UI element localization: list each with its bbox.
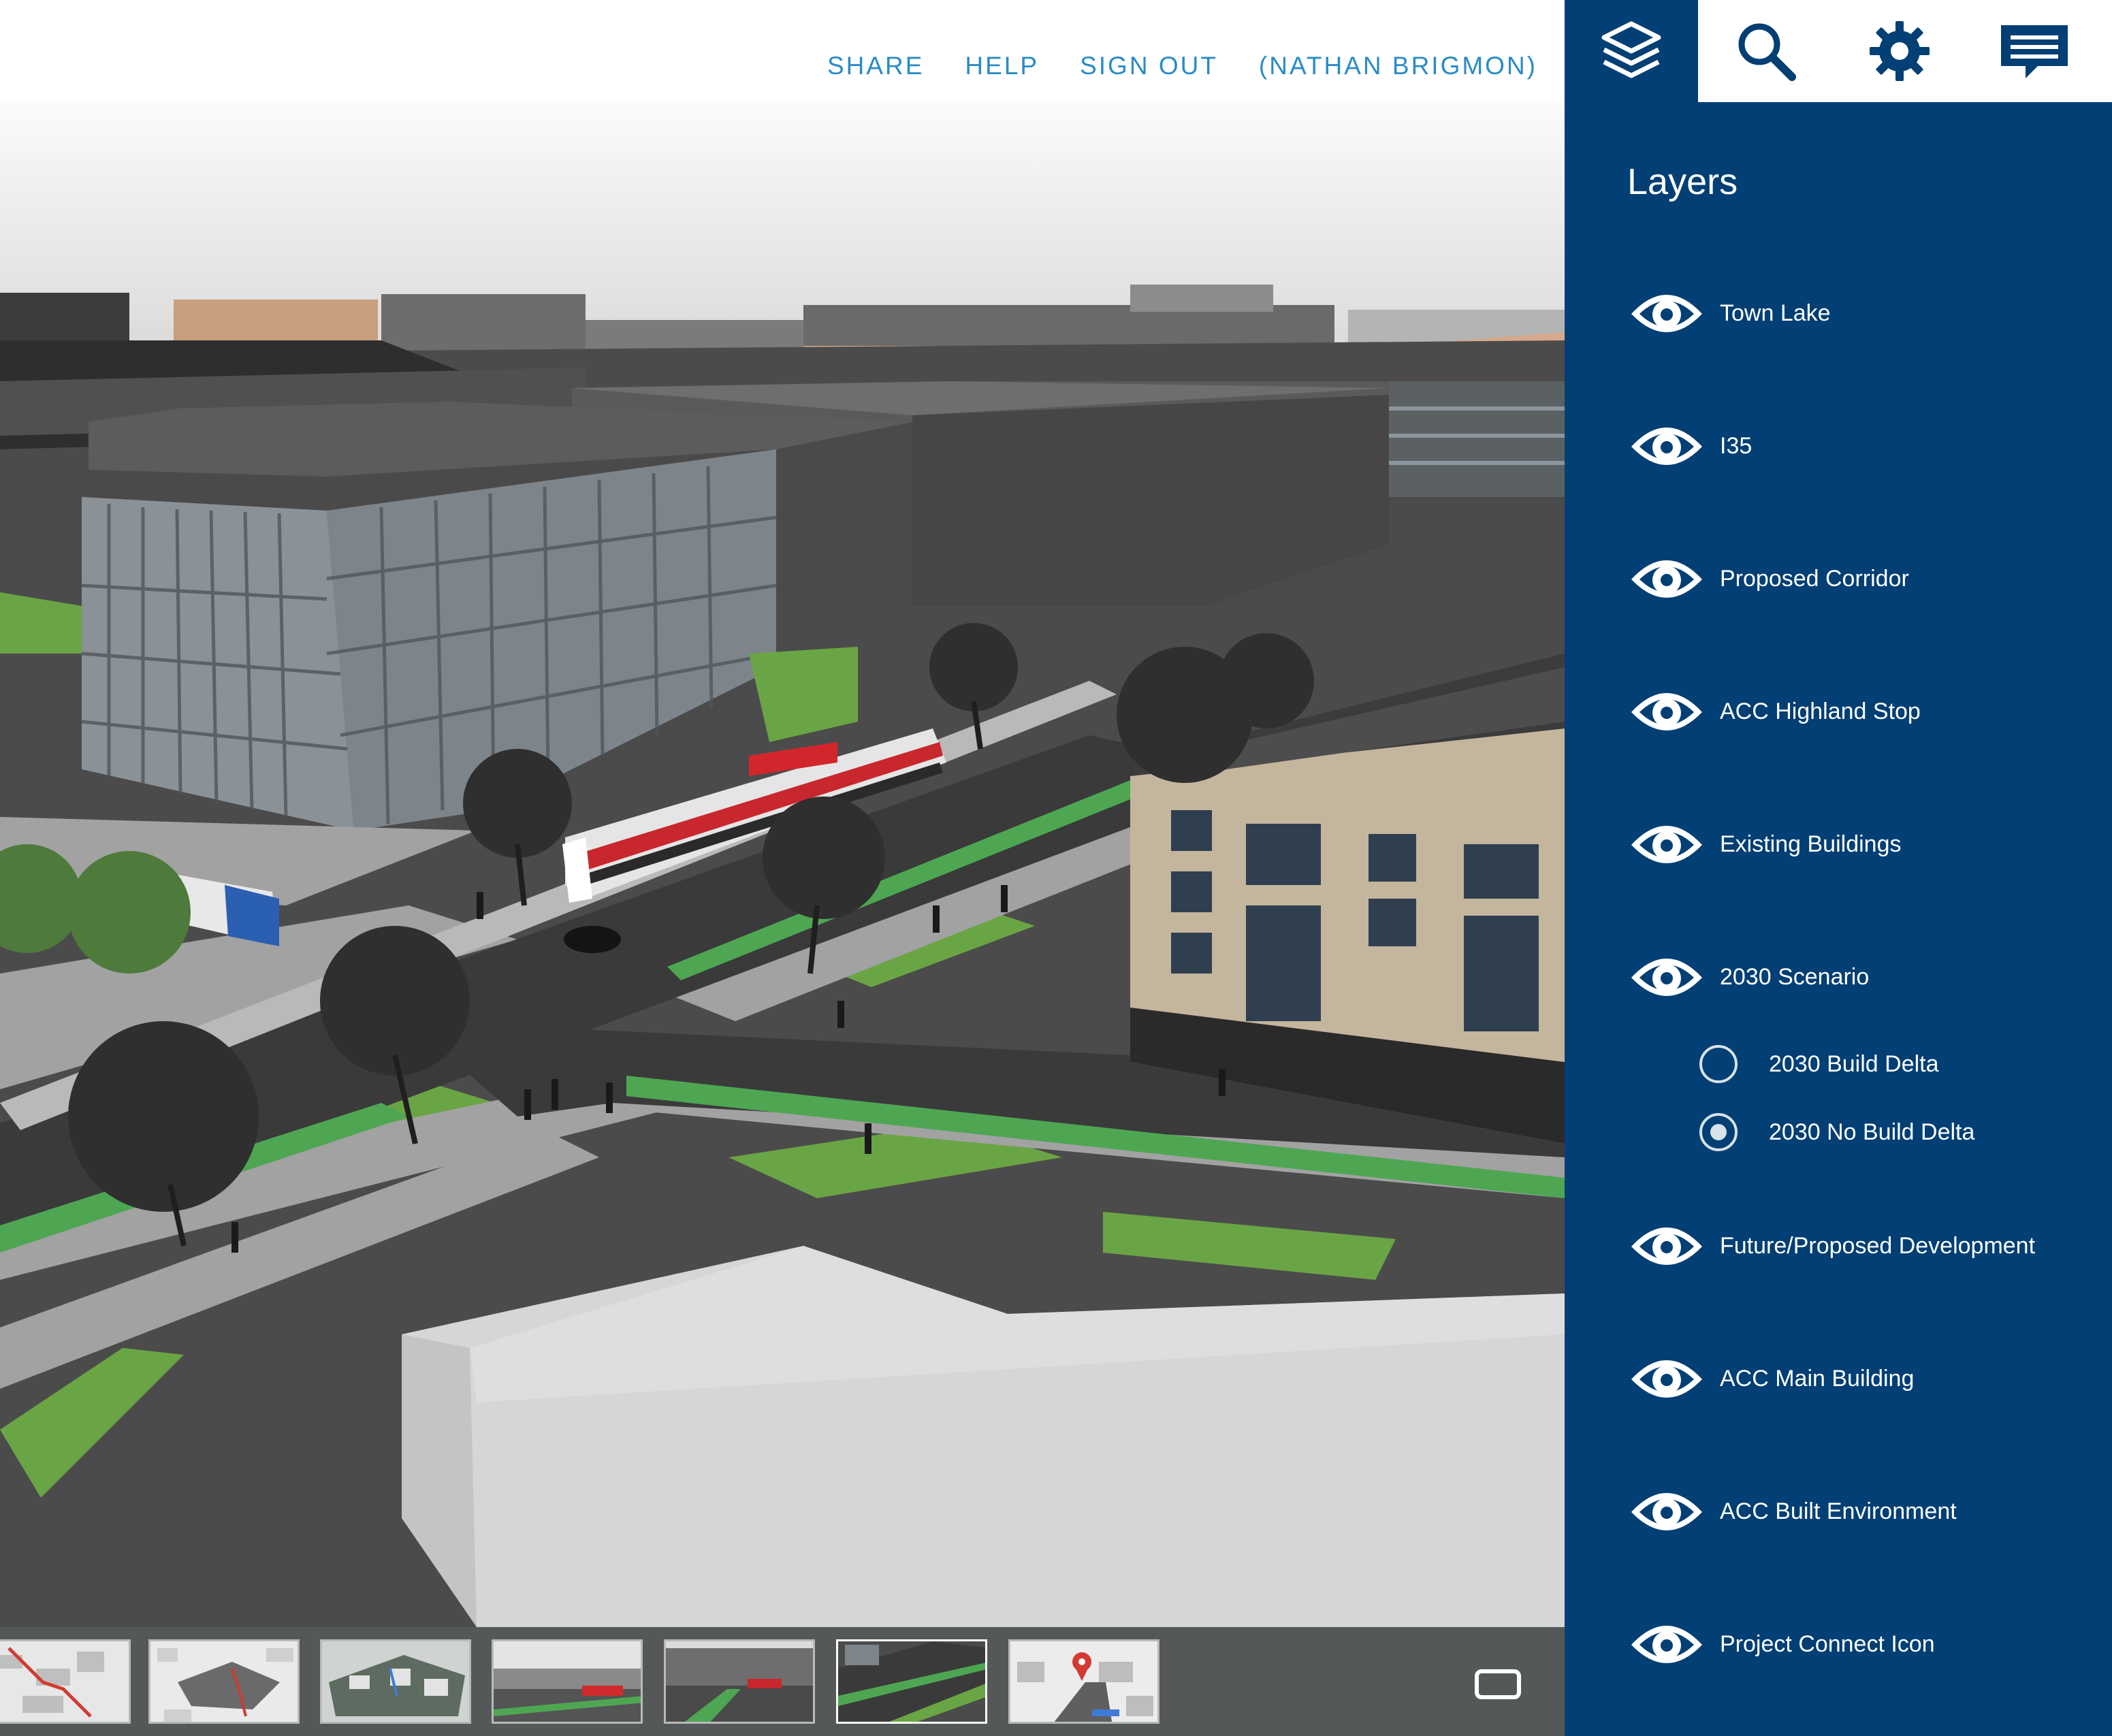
comments-tool-button[interactable]	[1968, 0, 2101, 102]
layer-row[interactable]: I35	[1627, 415, 2097, 477]
layer-row[interactable]: Project Connect Icon	[1627, 1613, 2097, 1675]
scene-rendering	[0, 102, 1565, 1627]
eye-visibility-icon[interactable]	[1627, 814, 1706, 875]
search-icon	[1738, 23, 1796, 81]
layer-row[interactable]: ACC Built Environment	[1627, 1481, 2097, 1542]
eye-visibility-icon[interactable]	[1627, 283, 1706, 344]
layers-icon	[1601, 21, 1661, 78]
layer-label: ACC Highland Stop	[1720, 698, 1921, 724]
view-thumbnail-2[interactable]	[148, 1639, 300, 1724]
view-thumbnail-4[interactable]	[492, 1639, 643, 1724]
chat-icon	[2001, 25, 2068, 78]
layers-tool-button[interactable]	[1565, 0, 1698, 102]
radio-button[interactable]	[1699, 1113, 1738, 1151]
share-link[interactable]: SHARE	[827, 52, 924, 80]
fullscreen-toggle-icon[interactable]	[1475, 1669, 1521, 1699]
layer-row[interactable]: ACC Highland Stop	[1627, 681, 2097, 742]
view-thumbnail-3[interactable]	[320, 1639, 471, 1724]
layer-label: ACC Built Environment	[1720, 1498, 1957, 1524]
layer-label: 2030 Scenario	[1720, 963, 1870, 990]
help-link[interactable]: HELP	[965, 52, 1039, 80]
view-thumbnail-7[interactable]	[1008, 1639, 1159, 1724]
layer-label: I35	[1720, 432, 1753, 459]
layer-row[interactable]: Proposed Corridor	[1627, 548, 2097, 609]
radio-button[interactable]	[1699, 1045, 1738, 1083]
sign-out-link[interactable]: SIGN OUT	[1080, 52, 1218, 80]
layer-row[interactable]: ACC Main Building	[1627, 1348, 2097, 1409]
view-thumbnail-5[interactable]	[664, 1639, 815, 1724]
toolbar	[1565, 0, 2112, 102]
panel-title: Layers	[1627, 161, 1738, 202]
layer-label: Town Lake	[1720, 300, 1831, 326]
user-name-link[interactable]: (NATHAN BRIGMON)	[1259, 52, 1537, 80]
eye-visibility-icon[interactable]	[1627, 1613, 1706, 1675]
eye-visibility-icon[interactable]	[1627, 681, 1706, 742]
layer-row[interactable]: Town Lake	[1627, 283, 2097, 344]
search-tool-button[interactable]	[1699, 0, 1833, 102]
layer-label: ACC Main Building	[1720, 1365, 1915, 1392]
top-nav: SHARE HELP SIGN OUT (NATHAN BRIGMON)	[827, 52, 1537, 80]
settings-tool-button[interactable]	[1833, 0, 1966, 102]
3d-scene-viewport[interactable]	[0, 102, 1565, 1627]
scenario-option[interactable]: 2030 Build Delta	[1699, 1040, 2081, 1088]
eye-visibility-icon[interactable]	[1627, 415, 1706, 477]
view-thumbnail-strip	[0, 1627, 1565, 1736]
view-thumbnail-6[interactable]	[836, 1639, 987, 1724]
layer-row[interactable]: Existing Buildings	[1627, 814, 2097, 875]
gear-icon	[1870, 21, 1930, 81]
scenario-option-label: 2030 Build Delta	[1769, 1050, 1939, 1077]
layer-row[interactable]: 2030 Scenario	[1627, 946, 2097, 1008]
layer-label: Proposed Corridor	[1720, 565, 1909, 592]
eye-visibility-icon[interactable]	[1627, 548, 1706, 609]
view-thumbnail-1[interactable]	[0, 1639, 131, 1724]
layer-label: Project Connect Icon	[1720, 1630, 1935, 1657]
layer-label: Existing Buildings	[1720, 831, 1902, 857]
eye-visibility-icon[interactable]	[1627, 1481, 1706, 1542]
scenario-option-label: 2030 No Build Delta	[1769, 1119, 1975, 1145]
layer-row[interactable]: Future/Proposed Development	[1627, 1215, 2097, 1276]
layer-label: Future/Proposed Development	[1720, 1232, 2036, 1259]
eye-visibility-icon[interactable]	[1627, 1348, 1706, 1409]
eye-visibility-icon[interactable]	[1627, 946, 1706, 1008]
eye-visibility-icon[interactable]	[1627, 1215, 1706, 1276]
layers-panel: Layers Town Lake I35 Proposed Corridor ACC …	[1565, 102, 2112, 1736]
top-header: SHARE HELP SIGN OUT (NATHAN BRIGMON)	[0, 0, 1565, 102]
scenario-option[interactable]: 2030 No Build Delta	[1699, 1108, 2081, 1156]
